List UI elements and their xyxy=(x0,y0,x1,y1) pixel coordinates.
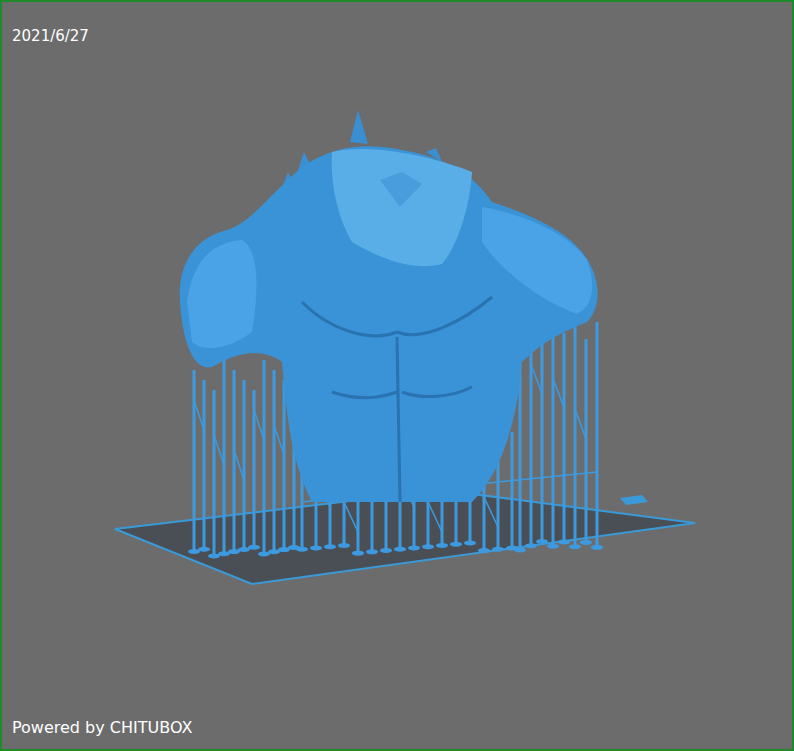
build-plate xyxy=(115,490,695,584)
support-pillar xyxy=(218,360,230,556)
neck-key xyxy=(380,172,422,207)
viewport-overlay: 2021/6/27 Powered by CHITUBOX xyxy=(2,2,792,749)
model-scene[interactable] xyxy=(2,2,792,749)
bust-model[interactable] xyxy=(180,110,598,502)
support-pillar xyxy=(198,380,210,552)
support-pillar xyxy=(258,360,270,557)
bust-body xyxy=(180,146,598,502)
neck-cut xyxy=(332,149,472,266)
support-pillar xyxy=(547,310,559,549)
right-shoulder xyxy=(482,207,592,314)
support-brace xyxy=(428,502,442,532)
support-pillar xyxy=(188,370,200,554)
support-pillar xyxy=(536,327,548,544)
support-brace xyxy=(254,410,264,440)
left-shoulder xyxy=(187,240,256,348)
support-pillar xyxy=(248,390,260,550)
support-pillar xyxy=(268,370,280,554)
support-brace xyxy=(553,378,564,408)
support-pillar xyxy=(558,333,570,545)
watermark-label: Powered by CHITUBOX xyxy=(12,717,782,739)
date-label: 2021/6/27 xyxy=(12,26,782,46)
support-brace xyxy=(234,450,244,480)
support-pillar xyxy=(580,339,592,545)
support-brace xyxy=(214,435,224,465)
support-pillar xyxy=(506,432,518,551)
support-pillar xyxy=(208,390,220,559)
spike xyxy=(350,110,368,144)
muscle-lines xyxy=(302,297,492,502)
support-brace xyxy=(344,502,358,532)
support-pillar xyxy=(569,316,581,549)
support-brace xyxy=(575,409,586,439)
3d-viewport[interactable]: 2021/6/27 Powered by CHITUBOX xyxy=(2,2,792,749)
plate-arrow-icon xyxy=(620,495,648,505)
app-window: 2021/6/27 Powered by CHITUBOX xyxy=(0,0,794,751)
support-brace xyxy=(274,425,284,455)
support-pillar xyxy=(591,322,603,550)
support-brace xyxy=(531,364,542,394)
support-brace xyxy=(194,400,204,430)
support-brace xyxy=(484,497,498,527)
